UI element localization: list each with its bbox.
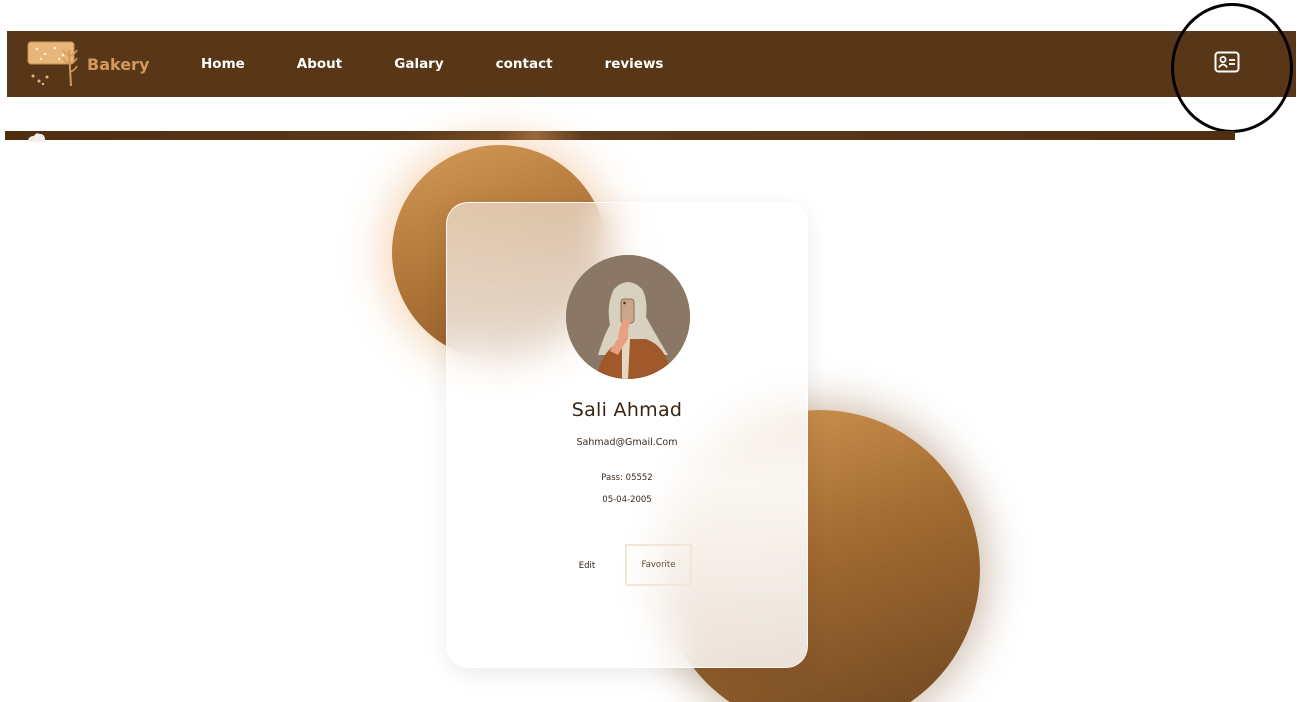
page: Bakery Home About Galary contact reviews <box>0 0 1302 702</box>
nav-link-contact[interactable]: contact <box>496 56 553 72</box>
user-birthdate: 05-04-2005 <box>602 495 652 505</box>
id-card-icon <box>1214 51 1240 73</box>
bread-logo-icon <box>25 40 83 88</box>
user-email: Sahmad@Gmail.Com <box>576 437 678 448</box>
nav-link-home[interactable]: Home <box>201 56 245 72</box>
brand[interactable]: Bakery <box>25 40 149 88</box>
profile-card: Sali Ahmad Sahmad@Gmail.Com Pass: 05552 … <box>446 202 808 668</box>
favorite-button[interactable]: Favorite <box>625 544 692 586</box>
brand-name: Bakery <box>87 54 150 74</box>
avatar <box>566 255 690 379</box>
user-name: Sali Ahmad <box>571 399 683 421</box>
nav-link-reviews[interactable]: reviews <box>605 56 664 72</box>
nav-links: Home About Galary contact reviews <box>201 31 715 97</box>
nav-link-about[interactable]: About <box>297 56 342 72</box>
navbar: Bakery Home About Galary contact reviews <box>7 31 1296 97</box>
user-pass: Pass: 05552 <box>601 473 653 483</box>
secondary-nav-strip <box>5 131 1235 140</box>
nav-link-galary[interactable]: Galary <box>394 56 443 72</box>
edit-button[interactable]: Edit <box>563 545 611 586</box>
cloud-icon <box>26 127 48 142</box>
profile-button[interactable] <box>1214 51 1240 73</box>
